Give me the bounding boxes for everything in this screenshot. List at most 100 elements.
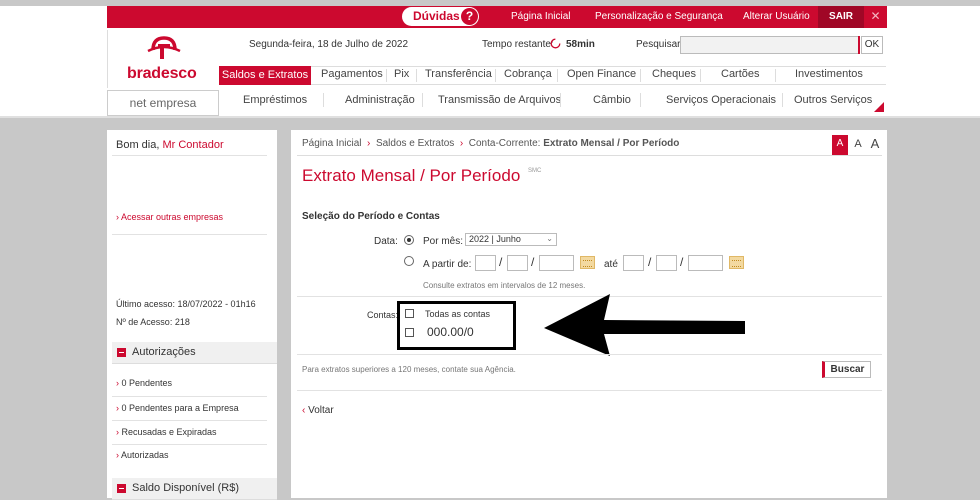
font-size-medium-button[interactable]: A	[850, 135, 866, 155]
footnote: Para extratos superiores a 120 meses, co…	[302, 365, 516, 374]
menu-investimentos[interactable]: Investimentos	[795, 68, 863, 80]
font-size-small-button[interactable]: A	[832, 135, 848, 155]
date-separator: /	[648, 255, 652, 269]
menu-separator	[323, 93, 324, 107]
section-title: Seleção do Período e Contas	[302, 211, 440, 222]
menu-separator	[422, 93, 423, 107]
contas-label: Contas:	[367, 310, 399, 320]
back-label: Voltar	[308, 405, 334, 416]
greeting-label: Bom dia,	[116, 139, 163, 151]
end-day-input[interactable]	[623, 255, 644, 271]
menu-emprestimos[interactable]: Empréstimos	[243, 94, 307, 106]
end-month-input[interactable]	[656, 255, 677, 271]
por-mes-label: Por mês:	[423, 236, 464, 247]
menu-cheques[interactable]: Cheques	[652, 68, 696, 80]
greeting: Bom dia, Mr Contador	[116, 139, 224, 151]
menu-separator	[700, 69, 701, 82]
date-separator: /	[680, 255, 684, 269]
start-month-input[interactable]	[507, 255, 528, 271]
balance-title: Saldo Disponível (R$)	[132, 482, 239, 494]
menu-separator	[416, 69, 417, 82]
balance-header[interactable]: Saldo Disponível (R$)	[112, 478, 277, 500]
menu-corner-indicator	[874, 102, 884, 112]
menu-open-finance[interactable]: Open Finance	[567, 68, 636, 80]
search-input[interactable]	[680, 36, 860, 54]
search-ok-button[interactable]: OK	[861, 36, 883, 54]
date-label: Data:	[374, 236, 398, 247]
personalization-link[interactable]: Personalização e Segurança	[595, 11, 723, 22]
sidebar-item-authorized[interactable]: › Autorizadas	[116, 450, 169, 460]
a-partir-label: A partir de:	[423, 259, 472, 270]
radio-por-mes[interactable]	[404, 235, 414, 245]
other-companies-label: Acessar outras empresas	[121, 212, 224, 222]
end-year-input[interactable]	[688, 255, 723, 271]
sidebar-divider	[112, 444, 267, 445]
sidebar-item-label: Autorizadas	[121, 450, 169, 460]
search-button[interactable]: Buscar	[822, 361, 871, 378]
breadcrumb-home[interactable]: Página Inicial	[302, 138, 361, 149]
sidebar-item-pending[interactable]: › 0 Pendentes	[116, 378, 172, 388]
header-divider	[0, 116, 980, 118]
change-user-link[interactable]: Alterar Usuário	[743, 11, 810, 22]
current-date: Segunda-feira, 18 de Julho de 2022	[249, 39, 409, 50]
menu-saldos-extratos[interactable]: Saldos e Extratos	[219, 66, 311, 85]
back-link[interactable]: ‹ Voltar	[302, 405, 334, 416]
brand-name: bradesco	[127, 65, 197, 82]
menu-transferencia[interactable]: Transferência	[425, 68, 492, 80]
main-menu	[219, 66, 886, 85]
net-empresa-label: net empresa	[107, 90, 219, 116]
authorizations-header[interactable]: Autorizações	[112, 342, 277, 364]
start-year-input[interactable]	[539, 255, 574, 271]
help-label: Dúvidas	[413, 9, 460, 23]
timer-icon	[550, 38, 561, 49]
start-day-input[interactable]	[475, 255, 496, 271]
other-companies-link[interactable]: › Acessar outras empresas	[116, 212, 223, 222]
menu-pix[interactable]: Pix	[394, 68, 409, 80]
menu-separator	[557, 69, 558, 82]
sidebar-item-label: 0 Pendentes para a Empresa	[121, 403, 239, 413]
menu-separator	[495, 69, 496, 82]
sidebar-divider	[112, 234, 267, 235]
menu-cobranca[interactable]: Cobrança	[504, 68, 552, 80]
time-remaining-label: Tempo restante:	[482, 39, 554, 50]
annotation-arrow-icon	[544, 294, 745, 356]
breadcrumb-section[interactable]: Saldos e Extratos	[376, 138, 454, 149]
sidebar-divider	[112, 155, 267, 156]
sidebar-item-label: 0 Pendentes	[121, 378, 173, 388]
menu-separator	[782, 93, 783, 107]
breadcrumb-current: Extrato Mensal / Por Período	[543, 138, 680, 149]
sidebar-item-pending-company[interactable]: › 0 Pendentes para a Empresa	[116, 403, 239, 413]
help-button[interactable]: Dúvidas ?	[402, 7, 479, 26]
calendar-icon[interactable]	[729, 256, 744, 269]
menu-administracao[interactable]: Administração	[345, 94, 415, 106]
breadcrumb-prefix: Conta-Corrente:	[468, 138, 544, 149]
month-select[interactable]: 2022 | Junho ⌄	[465, 233, 557, 246]
chevron-right-icon: ›	[457, 138, 466, 149]
menu-outros-servicos[interactable]: Outros Serviços	[794, 94, 872, 106]
last-access: Último acesso: 18/07/2022 - 01h16	[116, 299, 256, 309]
home-link[interactable]: Página Inicial	[511, 11, 570, 22]
menu-cartoes[interactable]: Cartões	[721, 68, 760, 80]
sidebar-item-refused[interactable]: › Recusadas e Expiradas	[116, 427, 217, 437]
user-name: Mr Contador	[162, 139, 224, 151]
radio-a-partir[interactable]	[404, 256, 414, 266]
annotation-highlight-box	[397, 301, 516, 350]
menu-separator	[560, 93, 561, 107]
menu-cambio[interactable]: Câmbio	[593, 94, 631, 106]
menu-pagamentos[interactable]: Pagamentos	[321, 68, 383, 80]
sidebar	[107, 130, 277, 498]
column-gap	[277, 130, 291, 498]
form-divider	[297, 390, 882, 391]
calendar-icon[interactable]	[580, 256, 595, 269]
menu-separator	[640, 69, 641, 82]
menu-separator	[386, 69, 387, 82]
close-icon[interactable]: ✕	[864, 6, 887, 28]
menu-transmissao-arquivos[interactable]: Transmissão de Arquivos	[438, 94, 561, 106]
authorizations-title: Autorizações	[132, 346, 196, 358]
date-separator: /	[531, 255, 535, 269]
font-size-large-button[interactable]: A	[867, 135, 883, 155]
menu-servicos-operacionais[interactable]: Serviços Operacionais	[666, 94, 776, 106]
logout-button[interactable]: SAIR	[818, 6, 864, 28]
search-label: Pesquisar:	[636, 39, 684, 50]
chevron-down-icon: ⌄	[546, 234, 553, 243]
